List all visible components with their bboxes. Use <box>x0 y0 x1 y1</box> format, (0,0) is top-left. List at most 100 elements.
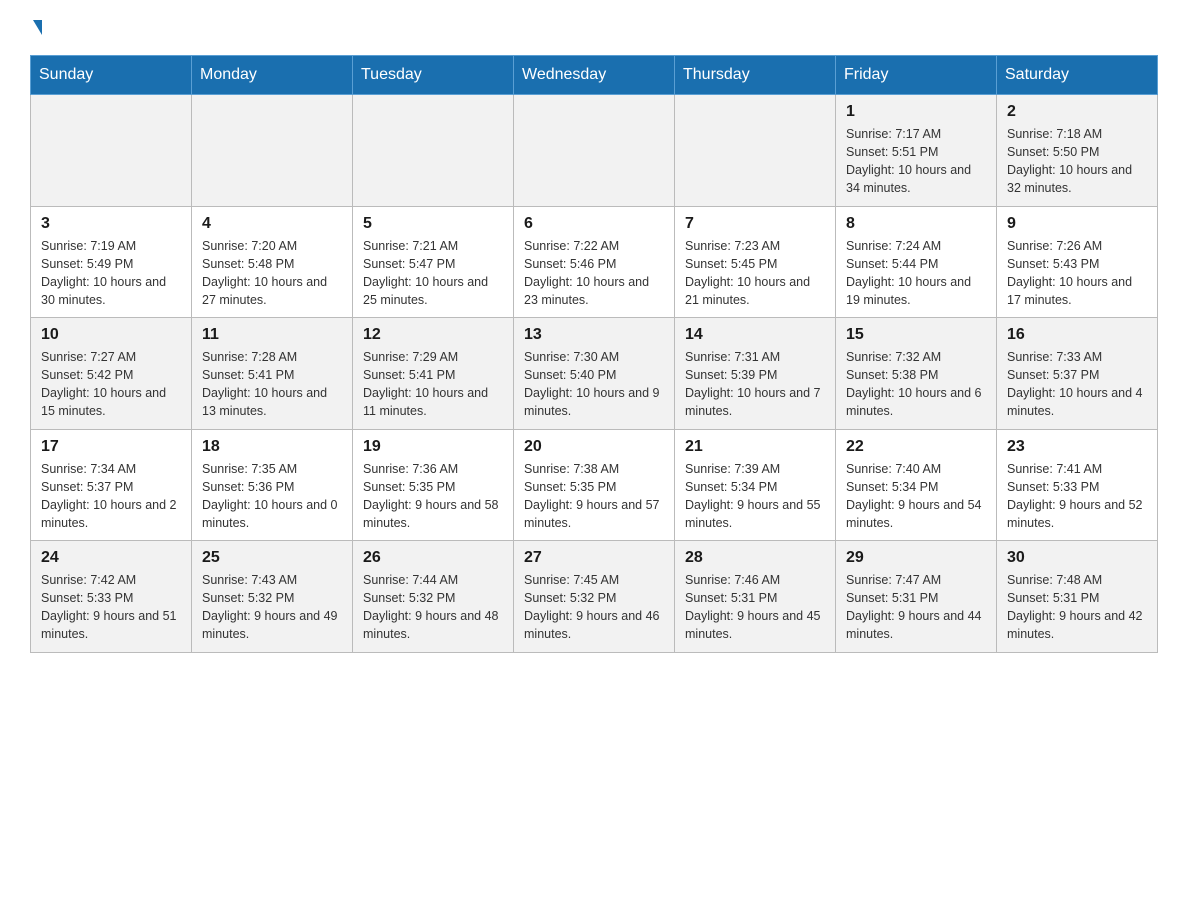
day-info: Sunrise: 7:31 AM Sunset: 5:39 PM Dayligh… <box>685 348 825 421</box>
logo <box>30 20 42 35</box>
day-number: 15 <box>846 326 986 344</box>
weekday-header-tuesday: Tuesday <box>353 56 514 95</box>
calendar-week-row: 17 Sunrise: 7:34 AM Sunset: 5:37 PM Dayli… <box>31 429 1158 541</box>
calendar-day-11: 11 Sunrise: 7:28 AM Sunset: 5:41 PM Dayli… <box>192 318 353 430</box>
day-number: 24 <box>41 549 181 567</box>
day-info: Sunrise: 7:42 AM Sunset: 5:33 PM Dayligh… <box>41 571 181 644</box>
calendar-day-20: 20 Sunrise: 7:38 AM Sunset: 5:35 PM Dayli… <box>514 429 675 541</box>
calendar-empty-cell <box>31 95 192 207</box>
day-info: Sunrise: 7:24 AM Sunset: 5:44 PM Dayligh… <box>846 237 986 310</box>
day-info: Sunrise: 7:36 AM Sunset: 5:35 PM Dayligh… <box>363 460 503 533</box>
day-number: 14 <box>685 326 825 344</box>
day-info: Sunrise: 7:47 AM Sunset: 5:31 PM Dayligh… <box>846 571 986 644</box>
day-number: 21 <box>685 438 825 456</box>
day-number: 26 <box>363 549 503 567</box>
weekday-header-thursday: Thursday <box>675 56 836 95</box>
day-info: Sunrise: 7:30 AM Sunset: 5:40 PM Dayligh… <box>524 348 664 421</box>
weekday-header-wednesday: Wednesday <box>514 56 675 95</box>
day-info: Sunrise: 7:28 AM Sunset: 5:41 PM Dayligh… <box>202 348 342 421</box>
day-number: 27 <box>524 549 664 567</box>
calendar-day-2: 2Sunrise: 7:18 AM Sunset: 5:50 PM Daylig… <box>997 95 1158 207</box>
calendar-day-24: 24 Sunrise: 7:42 AM Sunset: 5:33 PM Dayli… <box>31 541 192 653</box>
calendar-week-row: 1 Sunrise: 7:17 AM Sunset: 5:51 PM Daylig… <box>31 95 1158 207</box>
calendar-week-row: 3 Sunrise: 7:19 AM Sunset: 5:49 PM Daylig… <box>31 206 1158 318</box>
day-number: 25 <box>202 549 342 567</box>
day-number: 18 <box>202 438 342 456</box>
day-info: Sunrise: 7:44 AM Sunset: 5:32 PM Dayligh… <box>363 571 503 644</box>
weekday-header-sunday: Sunday <box>31 56 192 95</box>
calendar-table: SundayMondayTuesdayWednesdayThursdayFrid… <box>30 55 1158 653</box>
day-number: 1 <box>846 103 986 121</box>
day-number: 20 <box>524 438 664 456</box>
day-info: Sunrise: 7:27 AM Sunset: 5:42 PM Dayligh… <box>41 348 181 421</box>
day-number: 30 <box>1007 549 1147 567</box>
calendar-day-23: 23 Sunrise: 7:41 AM Sunset: 5:33 PM Dayli… <box>997 429 1158 541</box>
day-number: 23 <box>1007 438 1147 456</box>
calendar-week-row: 24 Sunrise: 7:42 AM Sunset: 5:33 PM Dayli… <box>31 541 1158 653</box>
page-header <box>30 20 1158 35</box>
day-info: Sunrise: 7:43 AM Sunset: 5:32 PM Dayligh… <box>202 571 342 644</box>
calendar-day-16: 16 Sunrise: 7:33 AM Sunset: 5:37 PM Dayli… <box>997 318 1158 430</box>
day-number: 22 <box>846 438 986 456</box>
day-number: 16 <box>1007 326 1147 344</box>
day-info: Sunrise: 7:32 AM Sunset: 5:38 PM Dayligh… <box>846 348 986 421</box>
day-info: Sunrise: 7:35 AM Sunset: 5:36 PM Dayligh… <box>202 460 342 533</box>
day-number: 9 <box>1007 215 1147 233</box>
calendar-day-4: 4 Sunrise: 7:20 AM Sunset: 5:48 PM Daylig… <box>192 206 353 318</box>
day-number: 2 <box>1007 103 1147 121</box>
day-info: Sunrise: 7:29 AM Sunset: 5:41 PM Dayligh… <box>363 348 503 421</box>
day-info: Sunrise: 7:26 AM Sunset: 5:43 PM Dayligh… <box>1007 237 1147 310</box>
day-info: Sunrise: 7:34 AM Sunset: 5:37 PM Dayligh… <box>41 460 181 533</box>
calendar-header-row: SundayMondayTuesdayWednesdayThursdayFrid… <box>31 56 1158 95</box>
calendar-day-17: 17 Sunrise: 7:34 AM Sunset: 5:37 PM Dayli… <box>31 429 192 541</box>
calendar-empty-cell <box>675 95 836 207</box>
calendar-day-26: 26 Sunrise: 7:44 AM Sunset: 5:32 PM Dayli… <box>353 541 514 653</box>
day-number: 19 <box>363 438 503 456</box>
calendar-day-6: 6Sunrise: 7:22 AM Sunset: 5:46 PM Daylig… <box>514 206 675 318</box>
calendar-day-7: 7 Sunrise: 7:23 AM Sunset: 5:45 PM Daylig… <box>675 206 836 318</box>
day-number: 7 <box>685 215 825 233</box>
calendar-day-12: 12 Sunrise: 7:29 AM Sunset: 5:41 PM Dayli… <box>353 318 514 430</box>
day-number: 17 <box>41 438 181 456</box>
day-info: Sunrise: 7:45 AM Sunset: 5:32 PM Dayligh… <box>524 571 664 644</box>
calendar-day-14: 14 Sunrise: 7:31 AM Sunset: 5:39 PM Dayli… <box>675 318 836 430</box>
calendar-empty-cell <box>192 95 353 207</box>
calendar-day-29: 29Sunrise: 7:47 AM Sunset: 5:31 PM Dayli… <box>836 541 997 653</box>
calendar-day-18: 18 Sunrise: 7:35 AM Sunset: 5:36 PM Dayli… <box>192 429 353 541</box>
calendar-day-21: 21 Sunrise: 7:39 AM Sunset: 5:34 PM Dayli… <box>675 429 836 541</box>
calendar-day-30: 30Sunrise: 7:48 AM Sunset: 5:31 PM Dayli… <box>997 541 1158 653</box>
day-number: 13 <box>524 326 664 344</box>
calendar-day-27: 27 Sunrise: 7:45 AM Sunset: 5:32 PM Dayli… <box>514 541 675 653</box>
calendar-day-22: 22 Sunrise: 7:40 AM Sunset: 5:34 PM Dayli… <box>836 429 997 541</box>
weekday-header-monday: Monday <box>192 56 353 95</box>
calendar-empty-cell <box>514 95 675 207</box>
day-info: Sunrise: 7:23 AM Sunset: 5:45 PM Dayligh… <box>685 237 825 310</box>
day-number: 12 <box>363 326 503 344</box>
day-info: Sunrise: 7:22 AM Sunset: 5:46 PM Dayligh… <box>524 237 664 310</box>
calendar-empty-cell <box>353 95 514 207</box>
calendar-day-9: 9 Sunrise: 7:26 AM Sunset: 5:43 PM Daylig… <box>997 206 1158 318</box>
day-number: 4 <box>202 215 342 233</box>
day-info: Sunrise: 7:39 AM Sunset: 5:34 PM Dayligh… <box>685 460 825 533</box>
day-number: 11 <box>202 326 342 344</box>
logo-triangle-icon <box>33 20 42 35</box>
day-number: 28 <box>685 549 825 567</box>
day-info: Sunrise: 7:38 AM Sunset: 5:35 PM Dayligh… <box>524 460 664 533</box>
day-number: 8 <box>846 215 986 233</box>
day-number: 3 <box>41 215 181 233</box>
calendar-day-15: 15 Sunrise: 7:32 AM Sunset: 5:38 PM Dayli… <box>836 318 997 430</box>
weekday-header-saturday: Saturday <box>997 56 1158 95</box>
day-info: Sunrise: 7:40 AM Sunset: 5:34 PM Dayligh… <box>846 460 986 533</box>
calendar-day-3: 3 Sunrise: 7:19 AM Sunset: 5:49 PM Daylig… <box>31 206 192 318</box>
day-number: 5 <box>363 215 503 233</box>
day-info: Sunrise: 7:20 AM Sunset: 5:48 PM Dayligh… <box>202 237 342 310</box>
day-info: Sunrise: 7:19 AM Sunset: 5:49 PM Dayligh… <box>41 237 181 310</box>
day-info: Sunrise: 7:17 AM Sunset: 5:51 PM Dayligh… <box>846 125 986 198</box>
day-info: Sunrise: 7:33 AM Sunset: 5:37 PM Dayligh… <box>1007 348 1147 421</box>
weekday-header-friday: Friday <box>836 56 997 95</box>
day-info: Sunrise: 7:41 AM Sunset: 5:33 PM Dayligh… <box>1007 460 1147 533</box>
calendar-day-25: 25 Sunrise: 7:43 AM Sunset: 5:32 PM Dayli… <box>192 541 353 653</box>
calendar-day-5: 5Sunrise: 7:21 AM Sunset: 5:47 PM Daylig… <box>353 206 514 318</box>
day-info: Sunrise: 7:46 AM Sunset: 5:31 PM Dayligh… <box>685 571 825 644</box>
calendar-day-28: 28 Sunrise: 7:46 AM Sunset: 5:31 PM Dayli… <box>675 541 836 653</box>
